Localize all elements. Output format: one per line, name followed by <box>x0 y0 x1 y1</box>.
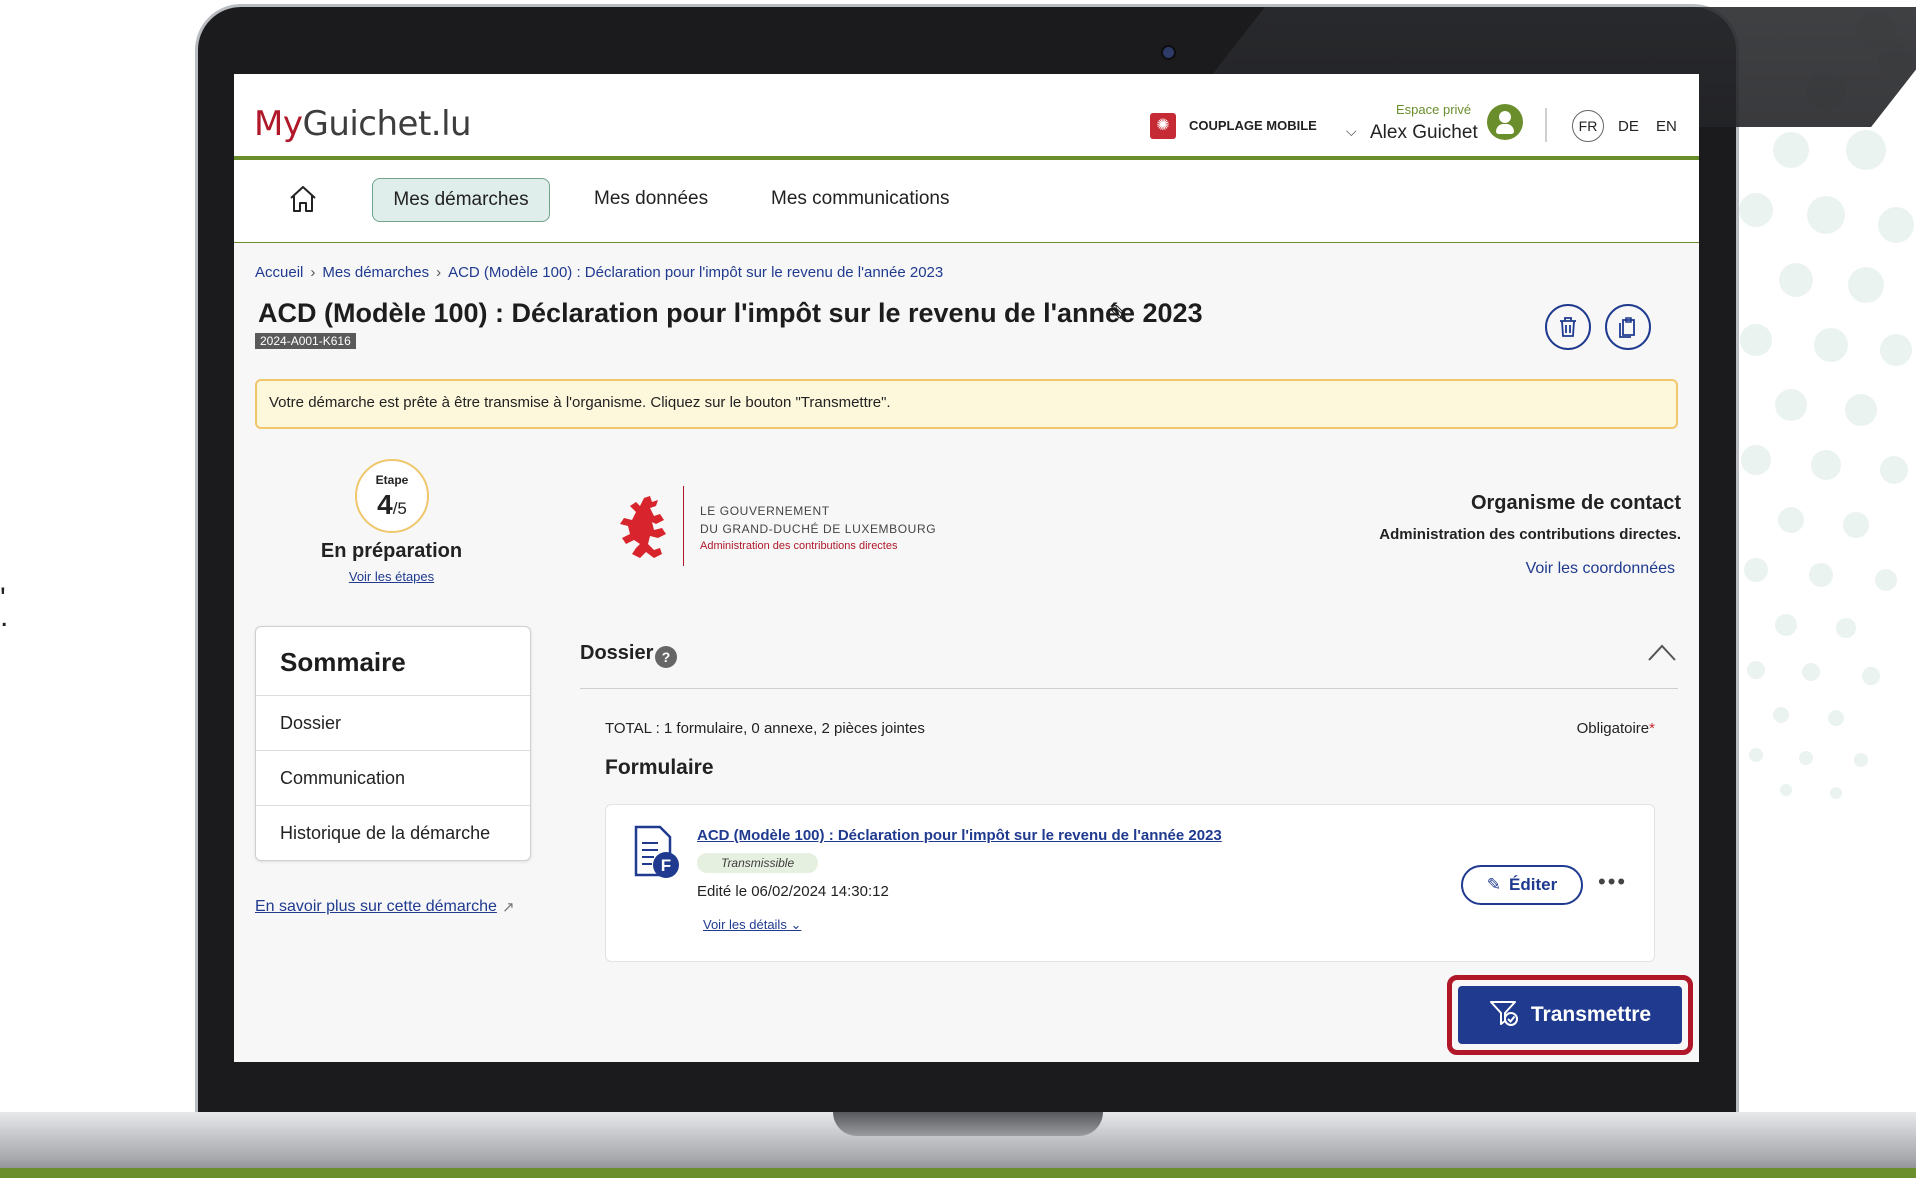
green-edge <box>0 1168 1916 1178</box>
breadcrumb-current[interactable]: ACD (Modèle 100) : Déclaration pour l'im… <box>448 264 943 281</box>
delete-button[interactable] <box>1545 304 1591 350</box>
luxembourg-lion-icon <box>620 496 666 558</box>
transmettre-button[interactable]: Transmettre <box>1458 986 1682 1044</box>
browser-screen: MyGuichet.lu ✺ COUPLAGE MOBILE ⌵ Espace … <box>234 74 1699 1062</box>
espace-prive-label: Espace privé <box>1396 102 1472 117</box>
step-number: 4/5 <box>357 489 427 521</box>
summary-item-communication[interactable]: Communication <box>256 750 530 805</box>
obligatoire-label: Obligatoire* <box>1577 720 1655 737</box>
form-title-link[interactable]: ACD (Modèle 100) : Déclaration pour l'im… <box>697 827 1222 844</box>
step-indicator: Etape 4/5 <box>355 459 429 533</box>
user-menu-chevron-icon[interactable]: ⌵ <box>1346 123 1357 140</box>
form-document-icon: F <box>634 825 679 878</box>
view-details-link[interactable]: Voir les détails ⌄ <box>703 917 801 933</box>
nav-mes-donnees[interactable]: Mes données <box>594 188 708 210</box>
help-icon[interactable]: ? <box>655 646 677 668</box>
transmissible-badge: Transmissible <box>697 853 819 873</box>
transmettre-label: Transmettre <box>1530 1003 1652 1026</box>
external-link-icon: ↗ <box>502 899 515 916</box>
stray-mark: '. <box>0 582 9 633</box>
gov-line3: Administration des contributions directe… <box>700 540 898 552</box>
copy-button[interactable] <box>1605 304 1651 350</box>
trash-icon <box>1560 317 1576 337</box>
dossier-divider <box>580 688 1678 689</box>
contact-name: Administration des contributions directe… <box>1379 526 1681 543</box>
logo-my: My <box>254 104 303 144</box>
lang-en[interactable]: EN <box>1656 118 1677 135</box>
header-divider <box>1545 108 1547 142</box>
step-label: Etape <box>375 473 409 487</box>
gov-divider <box>683 486 684 566</box>
view-details-text: Voir les détails <box>703 917 787 932</box>
summary-title: Sommaire <box>280 647 406 677</box>
status-label: En préparation <box>320 540 463 562</box>
main-nav: Mes démarches Mes données Mes communicat… <box>234 160 1699 243</box>
breadcrumb-mes-demarches[interactable]: Mes démarches <box>322 264 429 281</box>
contact-details-link[interactable]: Voir les coordonnées <box>1526 560 1675 578</box>
edit-icon: ✎ <box>1486 875 1502 894</box>
top-header: MyGuichet.lu ✺ COUPLAGE MOBILE ⌵ Espace … <box>234 74 1699 160</box>
obligatoire-text: Obligatoire <box>1576 720 1650 737</box>
gov-line1: LE GOUVERNEMENT <box>700 504 830 518</box>
couplage-mobile-icon[interactable]: ✺ <box>1150 113 1176 139</box>
user-avatar-icon[interactable] <box>1487 104 1523 140</box>
laptop-notch <box>833 1112 1103 1136</box>
breadcrumb: Accueil › Mes démarches › ACD (Modèle 100) :… <box>255 264 944 281</box>
contact-title: Organisme de contact <box>1470 492 1681 514</box>
chevron-down-icon: ⌄ <box>790 917 802 932</box>
camera-icon <box>1161 45 1176 60</box>
formulaire-heading: Formulaire <box>605 756 714 779</box>
lang-fr[interactable]: FR <box>1572 110 1604 142</box>
logo-rest: Guichet.lu <box>302 104 472 144</box>
edit-form-button[interactable]: ✎ Éditer <box>1461 865 1583 905</box>
dossier-total: TOTAL : 1 formulaire, 0 annexe, 2 pièces… <box>605 720 925 737</box>
view-steps-link[interactable]: Voir les étapes <box>299 569 484 584</box>
lang-de[interactable]: DE <box>1618 118 1639 135</box>
site-logo[interactable]: MyGuichet.lu <box>254 104 472 144</box>
couplage-mobile-link[interactable]: COUPLAGE MOBILE <box>1189 118 1317 133</box>
breadcrumb-accueil[interactable]: Accueil <box>255 264 303 281</box>
info-alert: Votre démarche est prête à être transmis… <box>255 379 1678 429</box>
edit-form-label: Éditer <box>1509 875 1558 894</box>
nav-mes-demarches[interactable]: Mes démarches <box>372 178 550 222</box>
edit-title-pencil-icon[interactable]: ✎ <box>1109 300 1129 329</box>
more-options-button[interactable]: ••• <box>1598 869 1627 895</box>
home-icon[interactable] <box>288 184 318 214</box>
form-card: F ACD (Modèle 100) : Déclaration pour l'… <box>605 804 1655 962</box>
step-current: 4 <box>377 489 393 520</box>
user-name[interactable]: Alex Guichet <box>1370 122 1478 144</box>
form-edited-date: Edité le 06/02/2024 14:30:12 <box>697 883 889 900</box>
page-title: ACD (Modèle 100) : Déclaration pour l'im… <box>258 298 1203 328</box>
dossier-title: Dossier <box>580 642 654 664</box>
nav-mes-communications[interactable]: Mes communications <box>771 188 949 210</box>
summary-item-dossier[interactable]: Dossier <box>256 695 530 750</box>
send-filter-icon <box>1489 986 1519 1044</box>
reference-badge: 2024-A001-K616 <box>255 333 356 349</box>
svg-text:F: F <box>661 856 671 875</box>
summary-panel: Sommaire Dossier Communication Historiqu… <box>255 626 531 861</box>
required-star: * <box>1649 720 1655 737</box>
copy-icon <box>1619 317 1635 338</box>
summary-item-historique[interactable]: Historique de la démarche <box>256 805 530 860</box>
gov-line2: DU GRAND-DUCHÉ DE LUXEMBOURG <box>700 522 937 536</box>
chevron-up-icon[interactable] <box>1647 640 1677 664</box>
step-total: /5 <box>392 499 407 518</box>
learn-more-link[interactable]: En savoir plus sur cette démarche <box>255 898 497 916</box>
